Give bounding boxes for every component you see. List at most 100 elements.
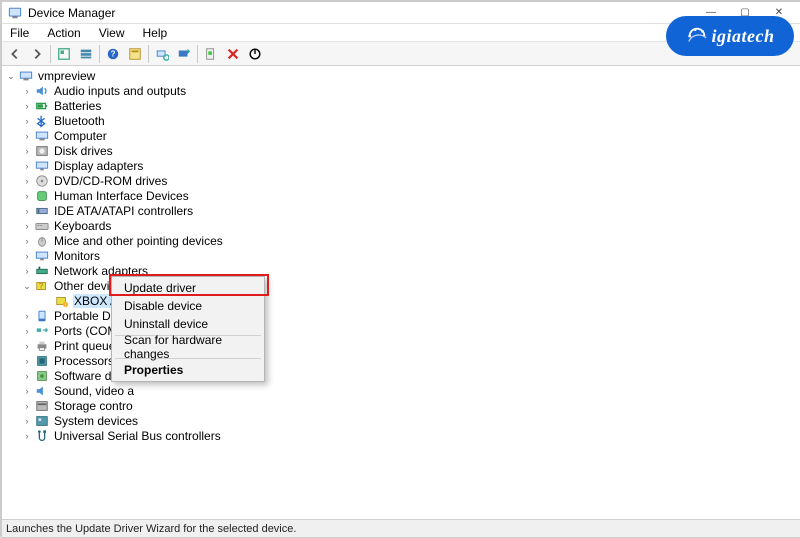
category-item[interactable]: ›DVD/CD-ROM drives [2,173,800,188]
expand-icon[interactable]: › [22,401,32,411]
expand-icon[interactable]: › [22,131,32,141]
category-label: Display adapters [53,159,144,173]
menu-action[interactable]: Action [45,25,82,41]
network-icon [34,264,49,278]
show-hidden-button[interactable] [53,43,75,65]
forward-button[interactable] [26,43,48,65]
menu-help[interactable]: Help [141,25,170,41]
update-drivers-button[interactable] [173,43,195,65]
category-item[interactable]: › Storage contro [2,398,800,413]
view-button[interactable] [75,43,97,65]
dvd/cd-rom-icon [34,174,49,188]
unknown-device-icon: ! [54,294,69,308]
category-label: Monitors [53,249,101,263]
expand-icon[interactable]: › [22,251,32,261]
category-item[interactable]: › Mice and other pointing devices [2,233,800,248]
expand-icon[interactable]: › [22,236,32,246]
toolbar-separator [50,45,51,63]
expand-icon[interactable]: › [22,431,32,441]
category-label: Human Interface Devices [53,189,190,203]
menu-view[interactable]: View [97,25,127,41]
expand-icon[interactable]: › [22,176,32,186]
menu-file[interactable]: File [8,25,31,41]
expand-icon[interactable]: › [22,191,32,201]
category-item[interactable]: › Batteries [2,98,800,113]
category-label: Storage contro [53,399,134,413]
app-icon [8,6,22,20]
category-label: Computer [53,129,108,143]
toolbar-separator [148,45,149,63]
category-item[interactable]: › Universal Serial Bus controllers [2,428,800,443]
statusbar-text: Launches the Update Driver Wizard for th… [6,523,296,535]
tree-root[interactable]: ⌄ vmpreview [2,68,800,83]
expand-icon[interactable]: › [22,386,32,396]
enable-device-button[interactable] [200,43,222,65]
svg-text:?: ? [38,281,43,290]
root-label: vmpreview [37,69,96,83]
expand-icon[interactable]: › [22,146,32,156]
system-icon [34,414,49,428]
computer-icon [18,69,33,83]
expand-icon[interactable]: › [22,266,32,276]
svg-text:?: ? [111,49,116,58]
category-item[interactable]: › IDE ATA/ATAPI controllers [2,203,800,218]
ctx-scan-hardware[interactable]: Scan for hardware changes [114,338,262,356]
category-item[interactable]: › Display adapters [2,158,800,173]
category-label: IDE ATA/ATAPI controllers [53,204,194,218]
category-label: Mice and other pointing devices [53,234,224,248]
ctx-update-driver[interactable]: Update driver [114,279,262,297]
back-button[interactable] [4,43,26,65]
expand-icon[interactable]: › [22,221,32,231]
properties-button[interactable] [124,43,146,65]
statusbar: Launches the Update Driver Wizard for th… [2,519,800,537]
category-label: Bluetooth [53,114,106,128]
collapse-icon[interactable]: ⌄ [22,281,32,291]
print-icon [34,339,49,353]
keyboards-icon [34,219,49,233]
expand-icon[interactable]: › [22,371,32,381]
category-item[interactable]: ›Audio inputs and outputs [2,83,800,98]
device-tree[interactable]: ⌄ vmpreview ›Audio inputs and outputs›Ba… [2,66,800,519]
uninstall-device-button[interactable] [222,43,244,65]
expand-icon[interactable]: › [22,116,32,126]
expand-icon[interactable]: › [22,161,32,171]
expand-icon[interactable]: › [22,416,32,426]
sound,-icon [34,384,49,398]
human-icon [34,189,49,203]
disable-device-button[interactable] [244,43,266,65]
category-label: Universal Serial Bus controllers [53,429,222,443]
category-item[interactable]: › Human Interface Devices [2,188,800,203]
help-button[interactable]: ? [102,43,124,65]
universal-icon [34,429,49,443]
ctx-disable-device[interactable]: Disable device [114,297,262,315]
category-label: System devices [53,414,139,428]
toolbar-separator [99,45,100,63]
category-label: Sound, video a [53,384,135,398]
collapse-icon[interactable]: ⌄ [6,71,16,81]
expand-icon[interactable]: › [22,311,32,321]
category-item[interactable]: ›Disk drives [2,143,800,158]
expand-icon[interactable]: › [22,86,32,96]
logo-text: igiatech [712,26,775,47]
other-devices-icon: ? [34,279,49,293]
category-item[interactable]: › Bluetooth [2,113,800,128]
expand-icon[interactable]: › [22,356,32,366]
window-title: Device Manager [28,6,115,20]
software-icon [34,369,49,383]
category-item[interactable]: › System devices [2,413,800,428]
category-item[interactable]: › Sound, video a [2,383,800,398]
monitors-icon [34,249,49,263]
ctx-uninstall-device[interactable]: Uninstall device [114,315,262,333]
category-item[interactable]: › Monitors [2,248,800,263]
expand-icon[interactable]: › [22,206,32,216]
scan-hardware-button[interactable] [151,43,173,65]
batteries-icon [34,99,49,113]
expand-icon[interactable]: › [22,101,32,111]
category-item[interactable]: › Computer [2,128,800,143]
expand-icon[interactable]: › [22,341,32,351]
portable-icon [34,309,49,323]
expand-icon[interactable]: › [22,326,32,336]
category-label: Batteries [53,99,102,113]
category-item[interactable]: ›Keyboards [2,218,800,233]
ctx-properties[interactable]: Properties [114,361,262,379]
